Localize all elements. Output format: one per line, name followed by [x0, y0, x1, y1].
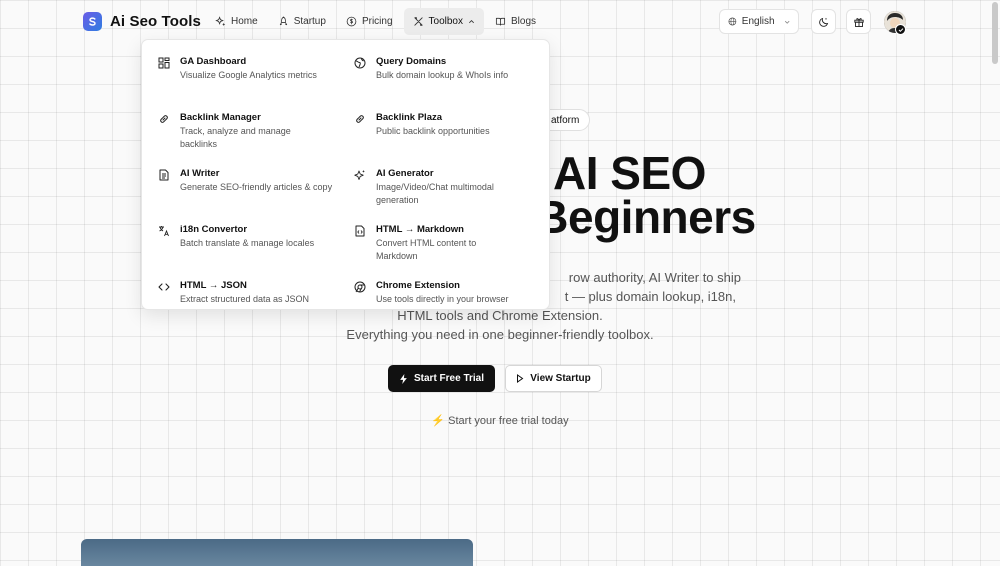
top-navbar: Ai Seo Tools Home Startup Pricing Toolbo… — [0, 0, 990, 44]
view-startup-button[interactable]: View Startup — [505, 365, 602, 392]
main-nav: Home Startup Pricing Toolbox Blogs — [206, 8, 545, 35]
nav-pricing[interactable]: Pricing — [337, 8, 402, 35]
menu-item-desc: Use tools directly in your browser — [376, 294, 509, 304]
menu-item-title: HTML → JSON — [180, 280, 247, 291]
toolbox-dropdown-menu: GA Dashboard Visualize Google Analytics m… — [141, 39, 550, 310]
chevron-up-icon — [468, 20, 474, 24]
file-code-icon — [355, 225, 365, 237]
nav-toolbox[interactable]: Toolbox — [403, 8, 484, 35]
brand-name: Ai Seo Tools — [110, 13, 201, 30]
menu-item-title: AI Writer — [180, 168, 220, 179]
nav-home[interactable]: Home — [206, 8, 267, 35]
menu-item-desc: Track, analyze and manage backlinks — [180, 126, 291, 149]
nav-blogs-label: Blogs — [510, 16, 536, 27]
avatar-status-badge — [895, 24, 906, 35]
rocket-icon — [279, 16, 287, 26]
sparkle-icon — [215, 16, 226, 26]
badge-check-icon — [898, 27, 903, 32]
sparkles-icon — [354, 170, 365, 180]
page-scrollbar[interactable] — [992, 2, 998, 64]
document-icon — [159, 169, 169, 181]
menu-item-backlink-manager[interactable]: Backlink Manager Track, analyze and manag… — [158, 112, 354, 168]
link-icon — [160, 115, 168, 123]
language-select[interactable]: English — [719, 9, 799, 34]
menu-item-title: Query Domains — [376, 56, 447, 67]
start-free-trial-label: Start Free Trial — [413, 373, 485, 384]
logo-mark-icon — [83, 12, 102, 31]
menu-item-chrome-extension[interactable]: Chrome Extension Use tools directly in yo… — [354, 280, 534, 336]
start-free-trial-button[interactable]: Start Free Trial — [388, 365, 495, 392]
menu-item-desc: Convert HTML content to Markdown — [376, 238, 477, 261]
zap-icon — [400, 373, 407, 384]
menu-item-desc: Public backlink opportunities — [376, 126, 490, 136]
nav-blogs[interactable]: Blogs — [486, 8, 545, 35]
menu-item-html-json[interactable]: HTML → JSON Extract structured data as JS… — [158, 280, 354, 336]
translate-icon — [159, 226, 169, 237]
nav-startup[interactable]: Startup — [269, 8, 335, 35]
menu-item-title: Backlink Plaza — [376, 112, 443, 123]
chrome-icon — [354, 281, 366, 293]
moon-stars-icon — [818, 17, 828, 27]
nav-pricing-label: Pricing — [361, 16, 393, 27]
nav-startup-label: Startup — [293, 16, 326, 27]
globe-icon — [728, 17, 737, 26]
menu-item-ai-writer[interactable]: AI Writer Generate SEO-friendly articles … — [158, 168, 354, 224]
product-preview-image — [81, 539, 473, 566]
brand-logo[interactable]: Ai Seo Tools — [83, 12, 201, 31]
book-open-icon — [495, 17, 506, 26]
view-startup-label: View Startup — [530, 373, 591, 384]
menu-item-query-domains[interactable]: Query Domains Bulk domain lookup & WhoIs … — [354, 56, 534, 112]
menu-item-ai-generator[interactable]: AI Generator Image/Video/Chat multimodal … — [354, 168, 534, 224]
menu-item-title: Backlink Manager — [180, 112, 261, 123]
trial-note: ⚡ Start your free trial today — [431, 415, 569, 427]
chevron-down-icon — [784, 20, 790, 24]
gift-icon — [853, 17, 864, 27]
menu-item-title: Chrome Extension — [376, 280, 460, 291]
code-brackets-icon — [158, 283, 170, 291]
menu-item-desc: Extract structured data as JSON — [180, 294, 310, 304]
link-icon — [356, 115, 364, 123]
menu-item-title: AI Generator — [376, 168, 434, 179]
hero-badge-label: atform — [551, 114, 580, 126]
dollar-circle-icon — [346, 16, 357, 27]
menu-item-title: GA Dashboard — [180, 56, 247, 67]
menu-item-backlink-plaza[interactable]: Backlink Plaza Public backlink opportunit… — [354, 112, 534, 168]
menu-item-desc: Generate SEO-friendly articles & copy — [180, 182, 333, 192]
globe-icon — [354, 57, 366, 69]
dashboard-grid-icon — [158, 57, 170, 69]
menu-item-desc: Image/Video/Chat multimodal generation — [376, 182, 494, 205]
menu-item-html-markdown[interactable]: HTML → Markdown Convert HTML content to M… — [354, 224, 534, 280]
menu-item-desc: Visualize Google Analytics metrics — [180, 70, 317, 80]
nav-toolbox-label: Toolbox — [428, 16, 463, 27]
theme-toggle-button[interactable] — [811, 9, 836, 34]
menu-item-title: i18n Convertor — [180, 224, 248, 235]
tools-icon — [413, 17, 423, 26]
play-icon — [517, 374, 524, 383]
nav-home-label: Home — [231, 16, 258, 27]
menu-item-desc: Batch translate & manage locales — [180, 238, 315, 248]
menu-item-desc: Bulk domain lookup & WhoIs info — [376, 70, 509, 80]
language-label: English — [741, 16, 775, 27]
menu-item-title: HTML → Markdown — [376, 224, 464, 235]
menu-item-ga-dashboard[interactable]: GA Dashboard Visualize Google Analytics m… — [158, 56, 354, 112]
gift-button[interactable] — [846, 9, 871, 34]
menu-item-i18n-convertor[interactable]: i18n Convertor Batch translate & manage l… — [158, 224, 354, 280]
